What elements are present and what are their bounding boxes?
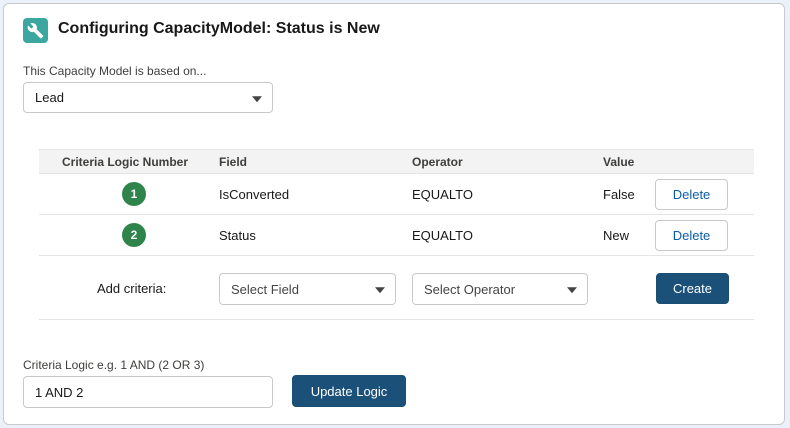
column-header-field: Field [219, 155, 248, 169]
chevron-down-icon [375, 287, 385, 294]
delete-button[interactable]: Delete [655, 179, 728, 210]
base-object-value: Lead [35, 90, 64, 105]
create-button[interactable]: Create [656, 273, 729, 304]
table-header: Criteria Logic Number Field Operator Val… [39, 149, 754, 174]
base-object-label: This Capacity Model is based on... [23, 64, 207, 78]
add-criteria-row: Add criteria: Select Field Select Operat… [39, 259, 754, 320]
base-object-select[interactable]: Lead [23, 82, 273, 113]
column-header-value: Value [603, 155, 635, 169]
add-criteria-label: Add criteria: [97, 281, 167, 296]
criteria-operator: EQUALTO [412, 228, 473, 243]
criteria-logic-label: Criteria Logic e.g. 1 AND (2 OR 3) [23, 358, 205, 372]
select-operator-placeholder: Select Operator [424, 281, 516, 297]
select-field-dropdown[interactable]: Select Field [219, 273, 396, 305]
select-operator-dropdown[interactable]: Select Operator [412, 273, 588, 305]
delete-button[interactable]: Delete [655, 220, 728, 251]
criteria-operator: EQUALTO [412, 187, 473, 202]
criteria-number-badge: 1 [122, 182, 146, 206]
criteria-value: False [603, 187, 635, 202]
capacity-model-card: Configuring CapacityModel: Status is New… [3, 3, 785, 425]
select-field-placeholder: Select Field [231, 281, 299, 297]
update-logic-button[interactable]: Update Logic [292, 375, 406, 407]
criteria-number-badge: 2 [122, 223, 146, 247]
column-header-logic-number: Criteria Logic Number [62, 155, 189, 169]
table-row: 2 Status EQUALTO New Delete [39, 215, 754, 256]
page-background: Configuring CapacityModel: Status is New… [0, 0, 790, 428]
criteria-field: Status [219, 228, 256, 243]
table-row: 1 IsConverted EQUALTO False Delete [39, 174, 754, 215]
criteria-logic-input[interactable] [23, 376, 273, 408]
wrench-icon [23, 18, 48, 43]
criteria-value: New [603, 228, 630, 243]
column-header-operator: Operator [412, 155, 463, 169]
chevron-down-icon [567, 287, 577, 294]
page-title: Configuring CapacityModel: Status is New [58, 20, 380, 37]
criteria-field: IsConverted [219, 187, 290, 202]
chevron-down-icon [252, 95, 262, 102]
